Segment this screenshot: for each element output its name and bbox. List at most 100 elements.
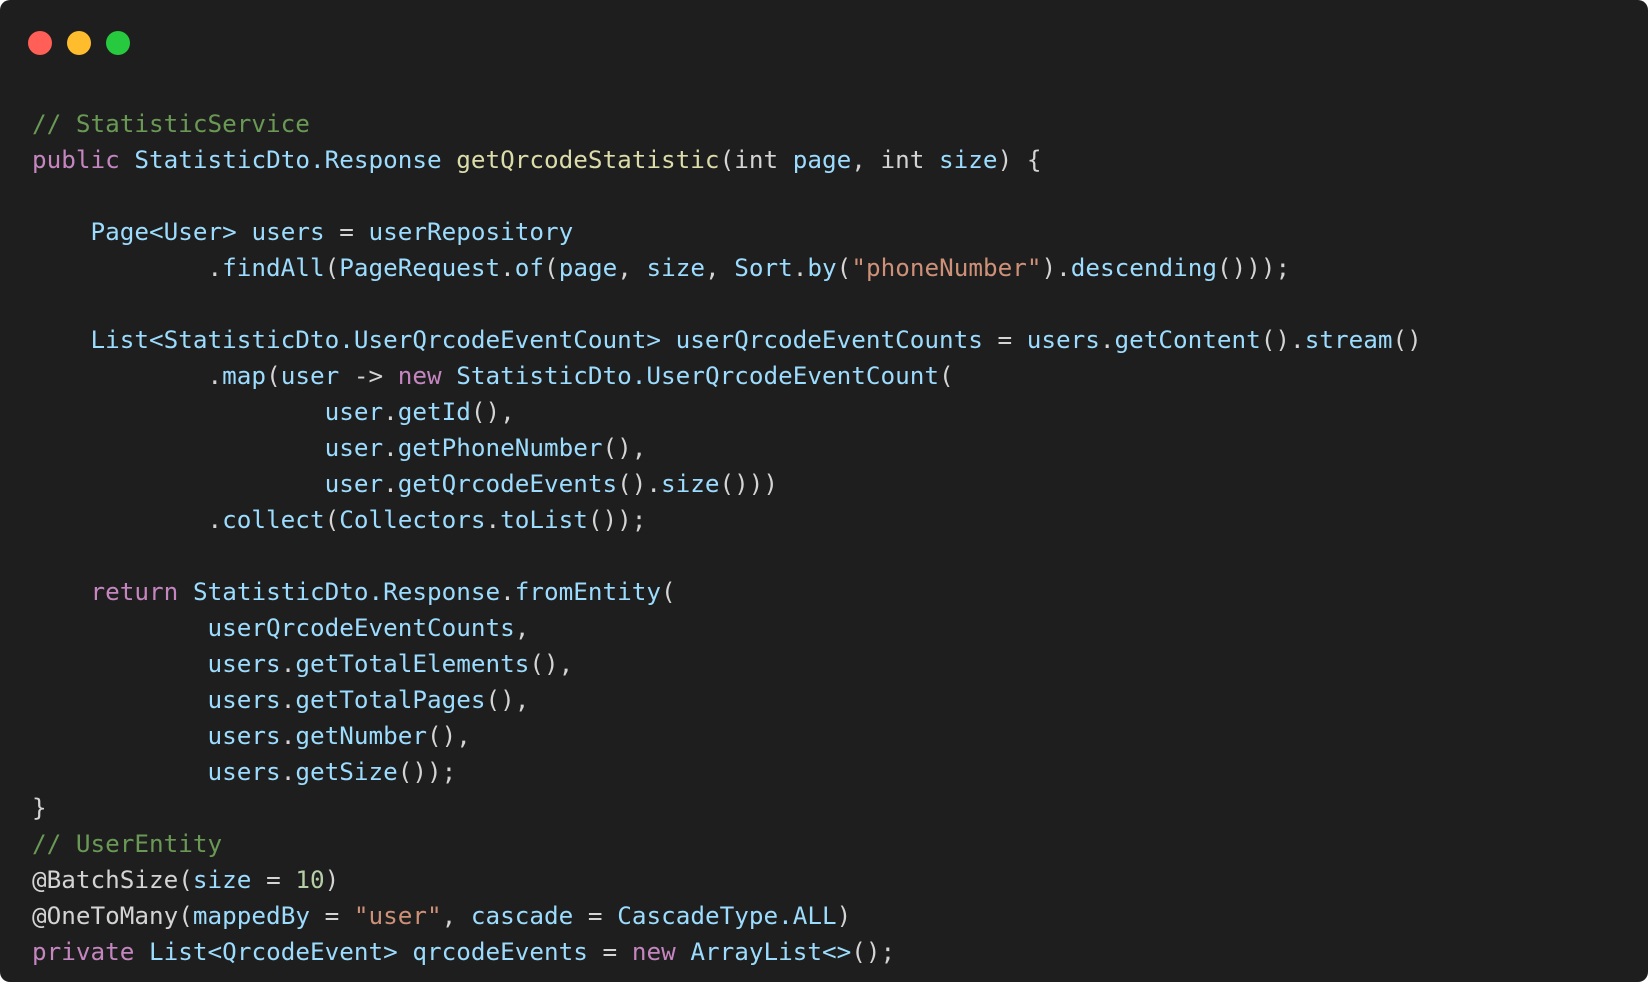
code-token-method: getTotalElements <box>295 649 530 678</box>
code-window: // StatisticService public StatisticDto.R… <box>0 0 1648 982</box>
code-line: user.getId(), <box>32 394 1422 430</box>
code-token-plain: = <box>251 865 296 894</box>
code-token-var: size <box>192 865 252 894</box>
code-token-var: user <box>324 397 384 426</box>
code-token-plain: . <box>280 757 296 786</box>
code-token-plain: (); <box>851 937 896 966</box>
code-token-var: mappedBy <box>192 901 310 930</box>
code-token-type: List<StatisticDto.UserQrcodeEventCount> <box>90 325 662 354</box>
code-token-plain: = <box>573 901 618 930</box>
close-window-button[interactable] <box>28 31 52 55</box>
code-line: users.getTotalPages(), <box>32 682 1422 718</box>
code-line: private List<QrcodeEvent> qrcodeEvents =… <box>32 934 1422 970</box>
code-token-plain: ) { <box>997 145 1042 174</box>
code-line: } <box>32 790 1422 826</box>
code-token-var: qrcodeEvents <box>412 937 588 966</box>
code-line: .findAll(PageRequest.of(page, size, Sort… <box>32 250 1422 286</box>
code-token-plain: . <box>280 721 296 750</box>
code-token-plain: . <box>32 505 223 534</box>
code-line: @BatchSize(size = 10) <box>32 862 1422 898</box>
code-line: users.getSize()); <box>32 754 1422 790</box>
code-token-var: users <box>207 649 281 678</box>
code-token-plain: . <box>383 469 398 498</box>
code-line: Page<User> users = userRepository <box>32 214 1422 250</box>
code-line: List<StatisticDto.UserQrcodeEventCount> … <box>32 322 1422 358</box>
code-token-plain: (), <box>602 433 647 462</box>
code-token-plain: () <box>1392 325 1422 354</box>
code-token-method: findAll <box>222 253 325 282</box>
code-token-plain: , <box>617 253 647 282</box>
code-token-plain: = <box>309 901 354 930</box>
code-line: userQrcodeEventCounts, <box>32 610 1422 646</box>
code-token-plain: int <box>734 145 779 174</box>
code-token-plain: ( <box>719 145 735 174</box>
code-token-plain: ( <box>836 253 852 282</box>
code-token-number: 10 <box>295 865 325 894</box>
code-token-var: user <box>324 469 384 498</box>
code-token-keyword: new <box>631 937 676 966</box>
code-token-plain: , <box>704 253 735 282</box>
code-token-method: by <box>807 253 837 282</box>
code-line: // StatisticService <box>32 106 1422 142</box>
code-token-keyword: new <box>397 361 442 390</box>
code-token-plain: (), <box>529 649 574 678</box>
code-token-var: size <box>939 145 998 174</box>
minimize-window-button[interactable] <box>67 31 91 55</box>
code-token-annotation: @BatchSize <box>32 865 179 894</box>
code-token-plain: = <box>324 217 369 246</box>
code-token-string: "user" <box>353 901 442 930</box>
code-token-var: page <box>558 253 618 282</box>
code-token-plain: -> <box>339 361 398 390</box>
code-token-comment: // UserEntity <box>32 829 223 858</box>
code-token-plain: (). <box>617 469 662 498</box>
code-token-func: getQrcodeStatistic <box>456 145 720 174</box>
code-token-plain: (), <box>485 685 530 714</box>
code-token-plain: . <box>32 361 223 390</box>
code-token-type: List<QrcodeEvent> <box>149 937 398 966</box>
code-token-plain: . <box>792 253 808 282</box>
code-token-var: cascade <box>470 901 574 930</box>
code-token-method: map <box>222 361 267 390</box>
code-line: user.getPhoneNumber(), <box>32 430 1422 466</box>
code-line: @OneToMany(mappedBy = "user", cascade = … <box>32 898 1422 934</box>
code-token-var: users <box>251 217 325 246</box>
code-line: public StatisticDto.Response getQrcodeSt… <box>32 142 1422 178</box>
code-token-plain: ( <box>324 253 340 282</box>
code-token-plain: } <box>32 793 47 822</box>
code-token-plain: ())) <box>719 469 779 498</box>
code-token-plain: . <box>383 397 398 426</box>
code-token-method: getContent <box>1114 325 1261 354</box>
code-token-method: collect <box>222 505 325 534</box>
code-token-var: users <box>1026 325 1100 354</box>
code-token-plain: . <box>32 253 223 282</box>
code-line: return StatisticDto.Response.fromEntity( <box>32 574 1422 610</box>
code-token-type: Sort <box>734 253 793 282</box>
code-token-plain: . <box>1099 325 1115 354</box>
code-line: users.getTotalElements(), <box>32 646 1422 682</box>
maximize-window-button[interactable] <box>106 31 130 55</box>
code-token-keyword: private <box>32 937 135 966</box>
code-token-method: getNumber <box>295 721 427 750</box>
code-token-var: user <box>324 433 384 462</box>
code-token-keyword: public <box>32 145 120 174</box>
code-token-var: userRepository <box>368 217 574 246</box>
code-token-var: userQrcodeEventCounts <box>675 325 983 354</box>
code-token-var: size <box>646 253 705 282</box>
code-token-method: descending <box>1070 253 1218 282</box>
code-token-plain: ( <box>178 901 193 930</box>
code-token-plain: (), <box>470 397 515 426</box>
code-line: users.getNumber(), <box>32 718 1422 754</box>
